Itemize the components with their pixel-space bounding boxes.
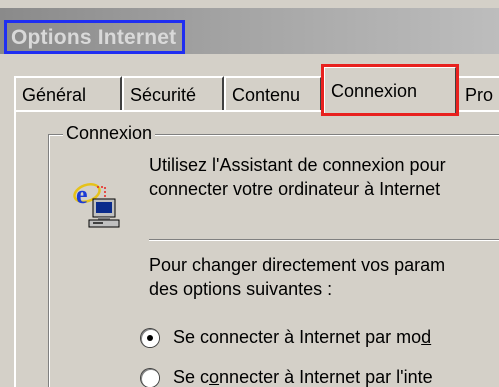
svg-text:e: e (76, 180, 88, 209)
assistant-description: Utilisez l'Assistant de connexion pour c… (149, 153, 446, 201)
radio-lan-label-post: nnecter à Internet par l'inte (219, 367, 433, 387)
connexion-group-label: Connexion (63, 123, 156, 144)
tab-securite[interactable]: Sécurité (122, 76, 224, 112)
change-description: Pour changer directement vos param des o… (149, 253, 445, 301)
radio-modem-label: Se connecter à Internet par mod (173, 327, 431, 348)
radio-lan-label: Se connecter à Internet par l'inte (173, 367, 433, 387)
separator (149, 239, 499, 241)
tab-contenu[interactable]: Contenu (224, 76, 322, 112)
assistant-line-1: Utilisez l'Assistant de connexion pour (149, 155, 446, 175)
tab-programmes[interactable]: Pro (457, 76, 499, 112)
radio-lan-option[interactable]: Se connecter à Internet par l'inte (141, 367, 433, 387)
window-title: Options Internet (11, 26, 177, 49)
radio-modem-mnemonic: d (421, 327, 432, 347)
change-line-1: Pour changer directement vos param (149, 255, 446, 275)
title-highlight-box: Options Internet (4, 20, 186, 54)
tab-contenu-label: Contenu (232, 84, 301, 105)
change-line-2: des options suivantes : (149, 279, 333, 299)
title-bar: Options Internet (0, 8, 499, 54)
tab-connexion-label: Connexion (331, 80, 418, 101)
internet-options-window: Options Internet Général Sécurité Conten… (0, 0, 499, 387)
radio-modem-option[interactable]: Se connecter à Internet par mod (141, 327, 431, 348)
radio-selected-dot (147, 334, 153, 341)
radio-lan-button[interactable] (141, 368, 159, 387)
assistant-line-2: connecter votre ordinateur à Internet (149, 179, 441, 199)
radio-lan-label-pre: Se c (173, 367, 210, 387)
connexion-groupbox: Connexion e Utilisez l'Assistant de conn… (48, 123, 499, 387)
tab-strip: Général Sécurité Contenu Connexion Pro (14, 64, 499, 116)
tab-connexion[interactable]: Connexion (321, 64, 459, 116)
radio-lan-mnemonic: o (209, 367, 220, 387)
ie-computer-icon: e (71, 179, 123, 231)
tab-general[interactable]: Général (14, 76, 122, 112)
radio-modem-button[interactable] (141, 328, 159, 347)
tab-general-label: Général (22, 84, 87, 105)
radio-modem-label-text: Se connecter à Internet par mo (173, 327, 422, 347)
tab-securite-label: Sécurité (130, 84, 197, 105)
tab-programmes-label: Pro (465, 84, 494, 105)
tab-panel-connexion: Connexion e Utilisez l'Assistant de conn… (14, 110, 499, 387)
